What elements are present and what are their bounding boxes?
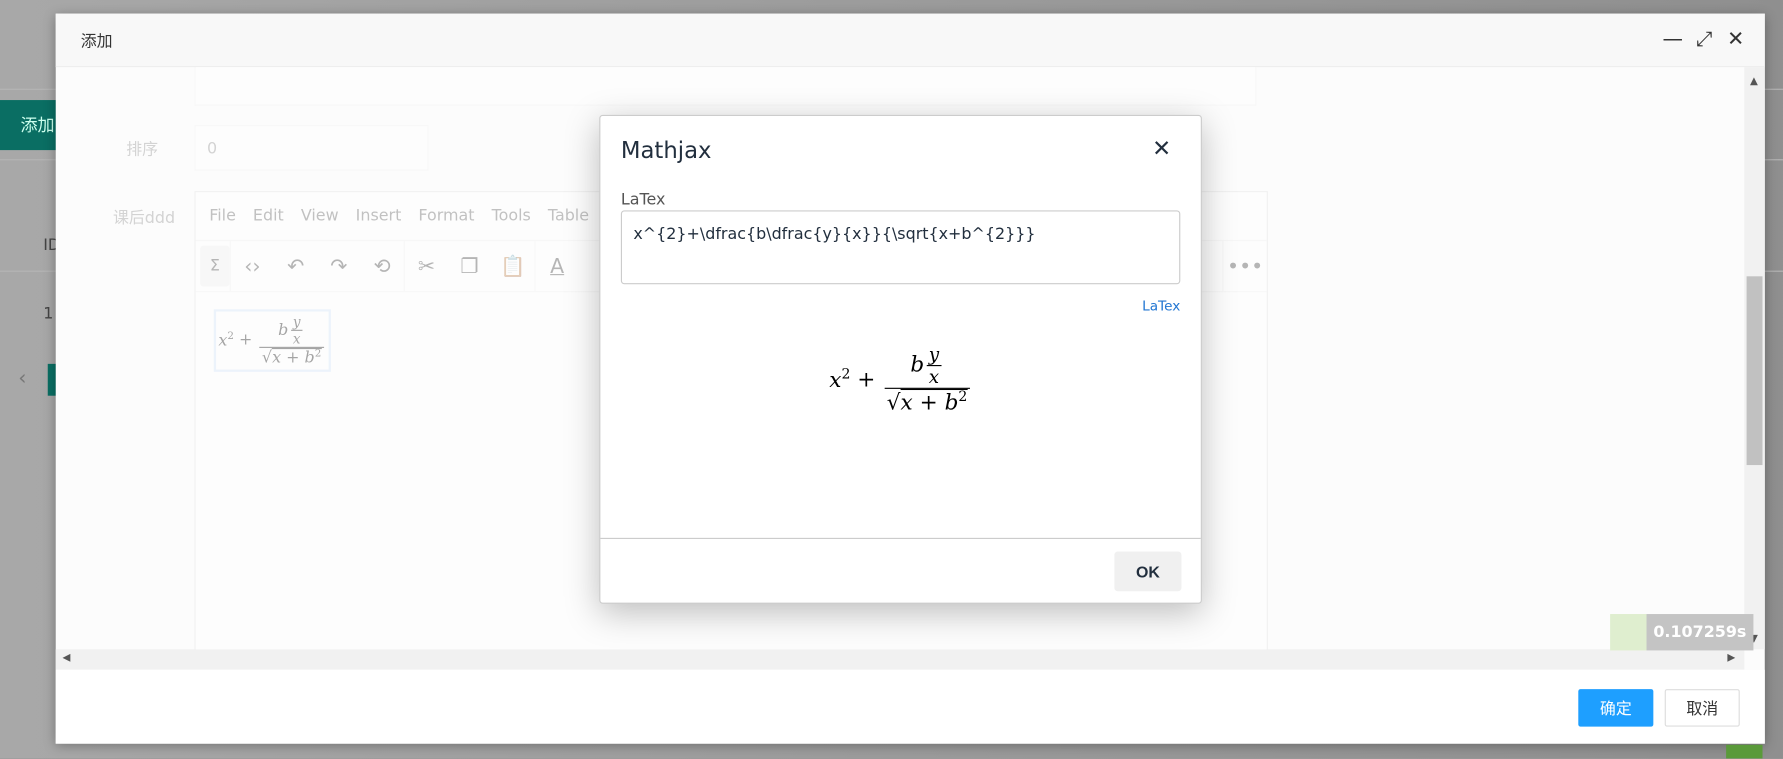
sort-label: 排序: [126, 141, 159, 160]
menu-edit[interactable]: Edit: [253, 207, 284, 225]
confirm-button[interactable]: 确定: [1578, 689, 1654, 727]
mathjax-dialog: Mathjax ✕ LaTex x^{2}+\dfrac{b\dfrac{y}{…: [599, 114, 1202, 604]
menu-insert[interactable]: Insert: [356, 207, 402, 225]
timer-text: 0.107259s: [1646, 614, 1754, 651]
menu-view[interactable]: View: [301, 207, 339, 225]
text-color-icon[interactable]: A: [536, 254, 579, 278]
scroll-right-icon[interactable]: ▶: [1727, 653, 1735, 664]
menu-format[interactable]: Format: [418, 207, 474, 225]
menu-file[interactable]: File: [209, 207, 236, 225]
horizontal-scrollbar[interactable]: ◀ ▶: [55, 649, 1745, 670]
latex-label: LaTex: [620, 191, 666, 210]
maximize-icon[interactable]: ⤢: [1696, 27, 1712, 51]
sigma-icon[interactable]: Σ: [200, 245, 230, 287]
vertical-scrollbar[interactable]: ▲ ▼: [1744, 67, 1765, 650]
latex-link[interactable]: LaTex: [1142, 298, 1180, 314]
timer-badge: 0.107259s: [1610, 614, 1754, 651]
paste-icon[interactable]: 📋: [491, 254, 534, 278]
window-title: 添加: [80, 32, 113, 52]
scrollbar-thumb[interactable]: [1746, 276, 1763, 466]
undo-icon[interactable]: ↶: [274, 254, 317, 278]
chevron-left-icon: ‹: [18, 366, 27, 391]
formula-preview: x2 + b y x √x + b2: [600, 343, 1200, 416]
code-icon[interactable]: ‹›: [231, 254, 274, 278]
cancel-button[interactable]: 取消: [1664, 689, 1740, 727]
content-label: 课后ddd: [112, 209, 176, 228]
editor-formula[interactable]: x2 + b y x √x + b2: [213, 309, 331, 372]
minimize-icon[interactable]: —: [1662, 27, 1682, 51]
more-icon[interactable]: •••: [1224, 254, 1267, 278]
background-row-value: 1: [43, 304, 54, 323]
dialog-footer: OK: [600, 537, 1201, 603]
ok-button[interactable]: OK: [1114, 551, 1182, 592]
dialog-title: Mathjax: [620, 136, 712, 164]
corner-widget: [1726, 744, 1763, 759]
scroll-up-icon[interactable]: ▲: [1750, 76, 1758, 87]
copy-icon[interactable]: ❐: [448, 254, 491, 278]
sort-input[interactable]: 0: [194, 125, 429, 171]
close-icon[interactable]: ✕: [1727, 27, 1744, 51]
history-icon[interactable]: ⟲: [360, 254, 403, 278]
latex-input[interactable]: x^{2}+\dfrac{b\dfrac{y}{x}}{\sqrt{x+b^{2…: [620, 210, 1181, 285]
logo-icon: [1610, 614, 1647, 651]
text-field[interactable]: [194, 67, 1257, 106]
close-icon[interactable]: ✕: [1152, 134, 1171, 161]
cut-icon[interactable]: ✂: [405, 254, 448, 278]
scroll-left-icon[interactable]: ◀: [63, 653, 71, 664]
menu-table[interactable]: Table: [548, 207, 589, 225]
menu-tools[interactable]: Tools: [492, 207, 531, 225]
window-footer: 确定 取消: [55, 669, 1765, 744]
window-header: 添加 — ⤢ ✕: [55, 13, 1765, 68]
redo-icon[interactable]: ↷: [317, 254, 360, 278]
